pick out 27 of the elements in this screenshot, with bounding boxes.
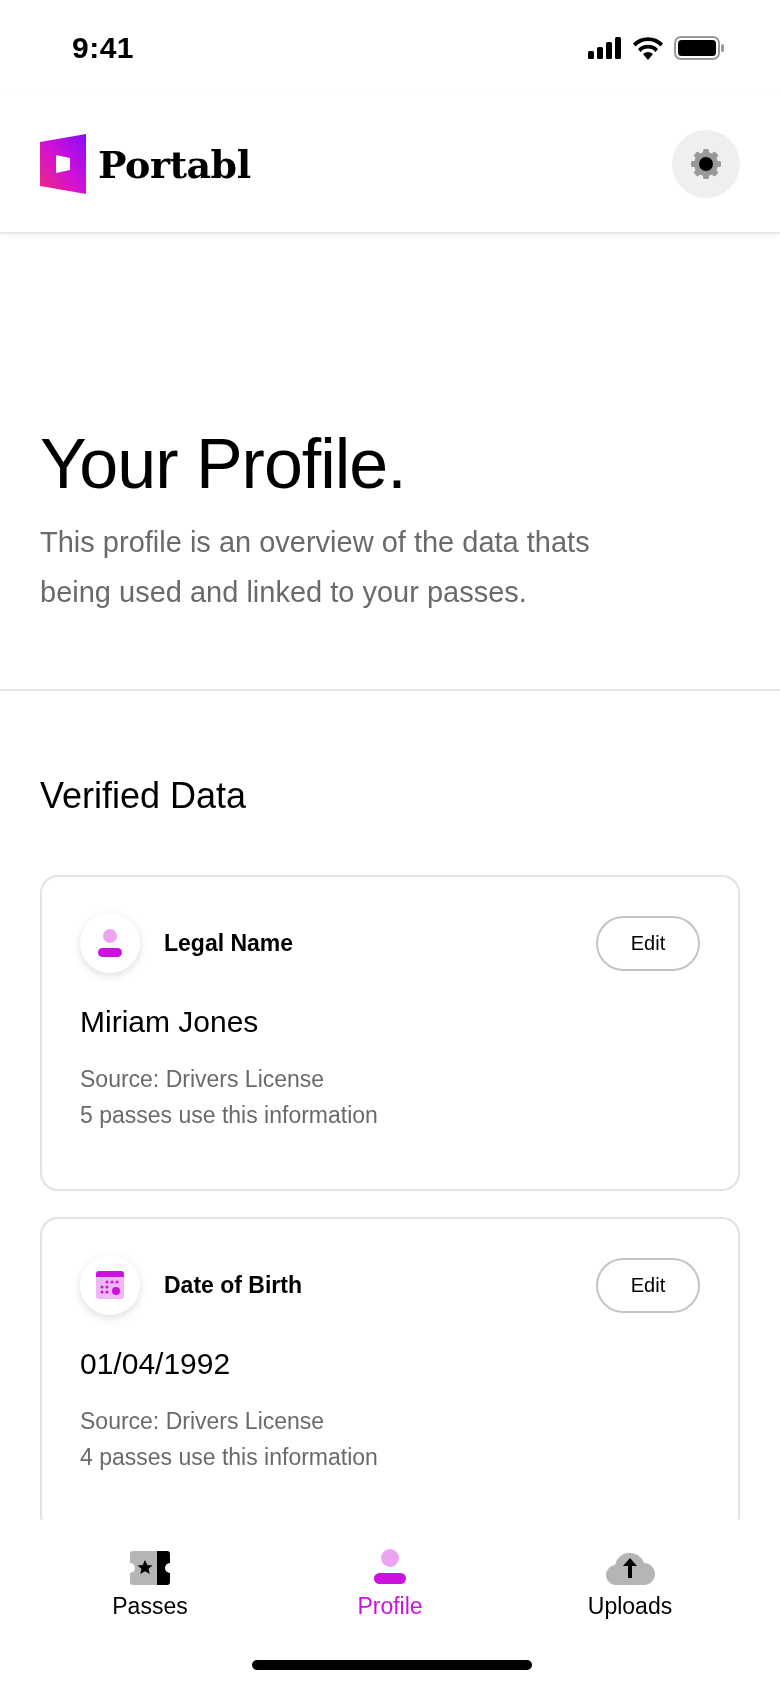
calendar-icon bbox=[80, 1255, 140, 1315]
usage-text: 5 passes use this information bbox=[80, 1101, 379, 1130]
source-text: Source: Drivers License bbox=[80, 1065, 326, 1094]
page-title: Your Profile. bbox=[40, 426, 407, 503]
gear-icon bbox=[689, 147, 723, 181]
logo-icon bbox=[40, 134, 86, 194]
tab[interactable]: Profile bbox=[300, 1540, 480, 1620]
source-text: Source: Drivers License bbox=[80, 1407, 326, 1436]
tab[interactable]: Passes bbox=[60, 1540, 240, 1620]
status-time: 9:41 bbox=[72, 31, 135, 65]
person-icon bbox=[80, 913, 140, 973]
usage-text: 4 passes use this information bbox=[80, 1443, 379, 1472]
field-value: 01/04/1992 bbox=[80, 1347, 232, 1381]
section-title: Verified Data bbox=[40, 775, 248, 817]
signal-icon bbox=[588, 37, 622, 59]
brand-name: Portabl bbox=[98, 141, 251, 187]
edit-button[interactable]: Edit bbox=[596, 1257, 700, 1313]
battery-icon bbox=[674, 36, 724, 60]
tab[interactable]: Uploads bbox=[540, 1540, 720, 1620]
wifi-icon bbox=[632, 36, 664, 60]
page-description: This profile is an overview of the data thats being used and linked to your passes. bbox=[40, 525, 591, 610]
field-value: Miriam Jones bbox=[80, 1005, 260, 1039]
ticket-icon bbox=[129, 1551, 171, 1585]
person-icon bbox=[373, 1549, 407, 1585]
field-label: Legal Name bbox=[164, 929, 295, 957]
field-label: Date of Birth bbox=[164, 1271, 303, 1299]
edit-button[interactable]: Edit bbox=[596, 915, 700, 971]
